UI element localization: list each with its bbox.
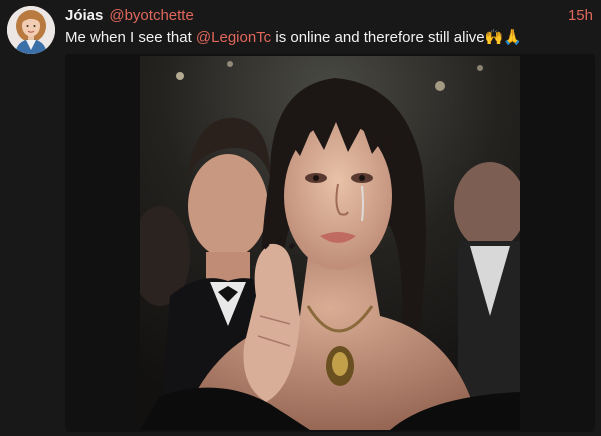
crying-woman-photo-icon [140,56,520,430]
media-photo[interactable] [140,56,520,430]
tweet-text: Me when I see that @LegionTc is online a… [65,28,593,48]
tweet-text-before: Me when I see that [65,29,196,46]
tweet-card[interactable]: Jóias @byotchette 15h Me when I see that … [0,0,601,436]
tweet-text-after: is online and therefore still alive [271,29,485,46]
tweet-header: Jóias @byotchette 15h [65,6,593,26]
user-handle[interactable]: @byotchette [109,7,193,24]
mention-link[interactable]: @LegionTc [196,29,271,46]
media-container[interactable] [65,54,595,432]
display-name[interactable]: Jóias [65,7,103,24]
tweet-emojis: 🙌🙏 [484,29,522,46]
tweet-timestamp[interactable]: 15h [568,6,593,26]
avatar-image [7,6,55,54]
user-avatar[interactable] [7,6,55,54]
